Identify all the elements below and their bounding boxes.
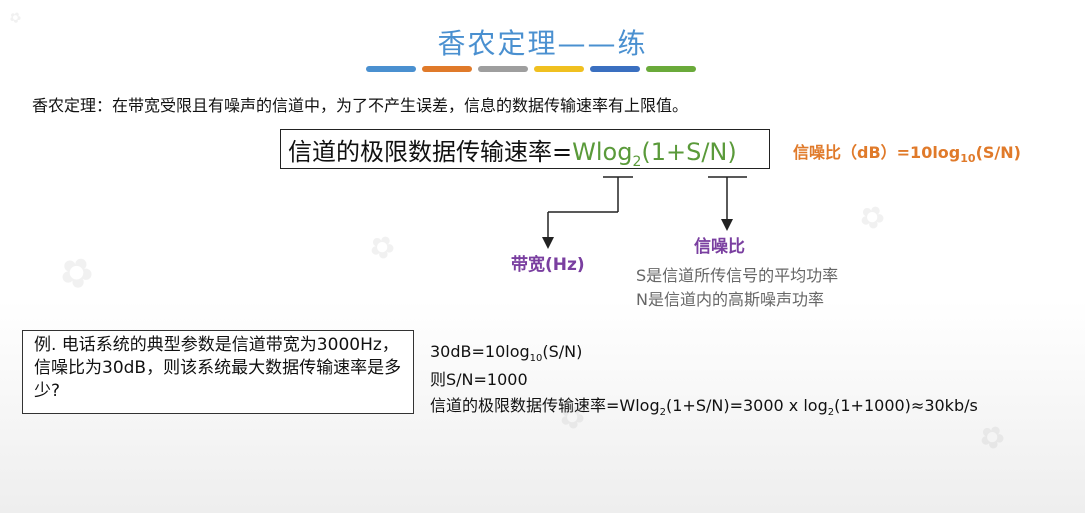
solution-line-3: 信道的极限数据传输速率=Wlog2(1+S/N)=3000 x log2(1+1… xyxy=(430,396,978,419)
solution-line-2: 则S/N=1000 xyxy=(430,370,528,389)
example-question: 例. 电话系统的典型参数是信道带宽为3000Hz，信噪比为30dB，则该系统最大… xyxy=(34,335,402,401)
snr-note-signal: S是信道所传信号的平均功率 xyxy=(636,266,839,285)
slide: ✿ ✿ ✿ ✿ ✿ ✿ 香农定理——练 香农定理：在带宽受限且有噪声的信道中，为… xyxy=(0,0,1085,513)
snr-label: 信噪比 xyxy=(694,237,745,257)
bandwidth-label: 带宽(Hz) xyxy=(511,255,585,275)
solution-line-1: 30dB=10log10(S/N) xyxy=(430,342,583,365)
snr-note-noise: N是信道内的高斯噪声功率 xyxy=(636,290,824,309)
